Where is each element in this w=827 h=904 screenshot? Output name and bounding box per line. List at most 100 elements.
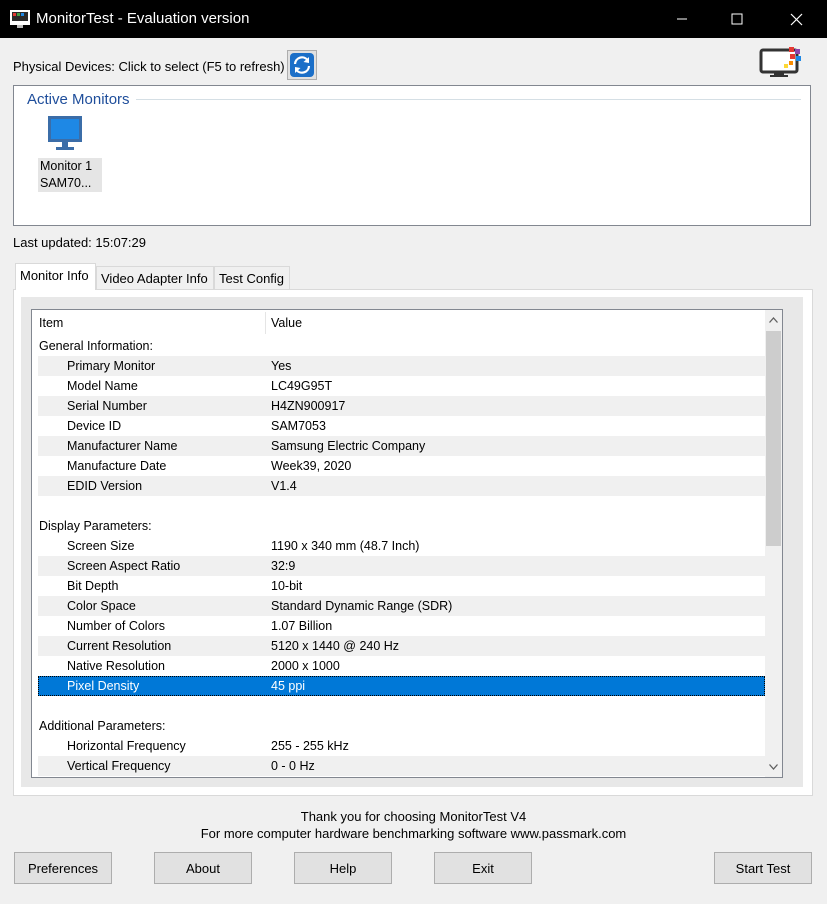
list-blank-row <box>32 696 765 716</box>
row-item-name: Vertical Frequency <box>67 759 171 773</box>
table-row[interactable]: Current Resolution 5120 x 1440 @ 240 Hz <box>38 636 765 656</box>
list-blank-row <box>32 496 765 516</box>
row-item-name: Manufacture Date <box>67 459 167 473</box>
list-rows: General Information: Primary Monitor Yes Mo… <box>32 336 765 777</box>
row-item-value: 32:9 <box>271 559 296 573</box>
row-item-name: Device ID <box>67 419 122 433</box>
row-item-name: Serial Number <box>67 399 147 413</box>
tab-test-config[interactable]: Test Config <box>214 266 290 289</box>
row-item-name: Model Name <box>67 379 138 393</box>
row-item-value: Samsung Electric Company <box>271 439 426 453</box>
list-section-header[interactable]: General Information: <box>32 336 765 356</box>
row-item-name: Maximum Pixel Clock <box>67 776 186 777</box>
row-item-value: LC49G95T <box>271 379 333 393</box>
row-item-name: Horizontal Frequency <box>67 739 186 753</box>
table-row[interactable]: Primary Monitor Yes <box>38 356 765 376</box>
table-row[interactable]: Pixel Density 45 ppi <box>38 676 765 696</box>
monitor-1-item[interactable]: Monitor 1 SAM70... <box>35 114 102 194</box>
row-item-value: Standard Dynamic Range (SDR) <box>271 599 453 613</box>
row-item-name: Primary Monitor <box>67 359 156 373</box>
close-icon <box>790 13 803 25</box>
table-row[interactable]: Screen Size 1190 x 340 mm (48.7 Inch) <box>32 536 765 556</box>
table-row[interactable]: Screen Aspect Ratio 32:9 <box>38 556 765 576</box>
refresh-button[interactable] <box>287 50 317 80</box>
list-header: Item Value <box>32 310 765 336</box>
maximize-icon <box>731 13 742 25</box>
chevron-down-icon <box>769 764 778 770</box>
table-row[interactable]: Vertical Frequency 0 - 0 Hz <box>38 756 765 776</box>
table-row[interactable]: Model Name LC49G95T <box>32 376 765 396</box>
row-item-value: H4ZN900917 <box>271 399 346 413</box>
table-row[interactable]: Manufacture Date Week39, 2020 <box>32 456 765 476</box>
physical-devices-label: Physical Devices: Click to select (F5 to… <box>13 59 285 74</box>
panel-divider <box>136 99 801 100</box>
list-section-header[interactable]: Display Parameters: <box>32 516 765 536</box>
table-row[interactable]: Color Space Standard Dynamic Range (SDR) <box>38 596 765 616</box>
table-row[interactable]: Manufacturer Name Samsung Electric Compan… <box>38 436 765 456</box>
row-item-value: 1.07 Billion <box>271 619 333 633</box>
row-item-name: Screen Aspect Ratio <box>67 559 181 573</box>
row-item-name: Current Resolution <box>67 639 172 653</box>
monitor-info-tab-panel: Item Value General Information: Primary M… <box>13 289 813 796</box>
row-item-name: Bit Depth <box>67 579 119 593</box>
table-row[interactable]: EDID Version V1.4 <box>38 476 765 496</box>
table-row[interactable]: Native Resolution 2000 x 1000 <box>32 656 765 676</box>
monitortest-logo-icon <box>759 46 803 80</box>
monitor-1-label: Monitor 1 SAM70... <box>38 158 102 192</box>
monitor-1-name: Monitor 1 <box>40 159 93 173</box>
row-item-name: Number of Colors <box>67 619 165 633</box>
row-item-value: Yes <box>271 359 292 373</box>
row-item-name: Screen Size <box>67 539 135 553</box>
row-item-name: EDID Version <box>67 479 143 493</box>
row-item-value: 255 - 255 kHz <box>271 739 349 753</box>
tab-monitor-info[interactable]: Monitor Info <box>15 263 96 290</box>
list-section-header[interactable]: Additional Parameters: <box>32 716 765 736</box>
minimize-button[interactable] <box>654 0 709 38</box>
table-row[interactable]: Number of Colors 1.07 Billion <box>32 616 765 636</box>
table-row[interactable]: Maximum Pixel Clock 0 MHz <box>32 776 765 777</box>
footer-passmark-text: For more computer hardware benchmarking … <box>200 826 627 841</box>
chevron-up-icon <box>769 317 778 323</box>
row-item-value: 2000 x 1000 <box>271 659 340 673</box>
row-item-value: 0 MHz <box>271 776 307 777</box>
close-button[interactable] <box>769 0 824 38</box>
monitor-info-list[interactable]: Item Value General Information: Primary M… <box>31 309 783 778</box>
row-item-value: 10-bit <box>271 579 303 593</box>
start-test-button[interactable]: Start Test <box>714 852 812 884</box>
exit-button[interactable]: Exit <box>434 852 532 884</box>
refresh-icon <box>290 53 314 77</box>
window-title: MonitorTest - Evaluation version <box>36 10 250 27</box>
preferences-button[interactable]: Preferences <box>14 852 112 884</box>
active-monitors-panel: Active Monitors Monitor 1 SAM70... <box>13 85 811 226</box>
scroll-up-button[interactable] <box>765 310 782 330</box>
footer-thanks-text: Thank you for choosing MonitorTest V4 <box>300 809 527 824</box>
table-row[interactable]: Serial Number H4ZN900917 <box>38 396 765 416</box>
about-button[interactable]: About <box>154 852 252 884</box>
monitor-1-id: SAM70... <box>40 176 92 190</box>
row-item-value: SAM7053 <box>271 419 326 433</box>
column-header-value[interactable]: Value <box>271 316 302 330</box>
scroll-down-button[interactable] <box>765 757 782 777</box>
row-item-value: V1.4 <box>271 479 297 493</box>
active-monitors-title: Active Monitors <box>27 91 130 108</box>
column-separator[interactable] <box>265 312 266 334</box>
row-item-name: Color Space <box>67 599 136 613</box>
table-row[interactable]: Bit Depth 10-bit <box>32 576 765 596</box>
help-button[interactable]: Help <box>294 852 392 884</box>
column-header-item[interactable]: Item <box>39 316 63 330</box>
row-item-name: Pixel Density <box>67 679 140 693</box>
maximize-button[interactable] <box>709 0 764 38</box>
row-item-value: 5120 x 1440 @ 240 Hz <box>271 639 400 653</box>
scrollbar-thumb[interactable] <box>766 331 781 546</box>
vertical-scrollbar[interactable] <box>765 310 782 777</box>
title-bar: MonitorTest - Evaluation version <box>0 0 827 38</box>
table-row[interactable]: Horizontal Frequency 255 - 255 kHz <box>32 736 765 756</box>
minimize-icon <box>676 18 687 20</box>
row-item-value: Week39, 2020 <box>271 459 352 473</box>
row-item-value: 0 - 0 Hz <box>271 759 315 773</box>
table-row[interactable]: Device ID SAM7053 <box>32 416 765 436</box>
tab-video-adapter-info[interactable]: Video Adapter Info <box>96 266 214 289</box>
monitor-icon <box>48 116 82 150</box>
row-item-name: Manufacturer Name <box>67 439 178 453</box>
app-icon[interactable] <box>10 9 30 29</box>
